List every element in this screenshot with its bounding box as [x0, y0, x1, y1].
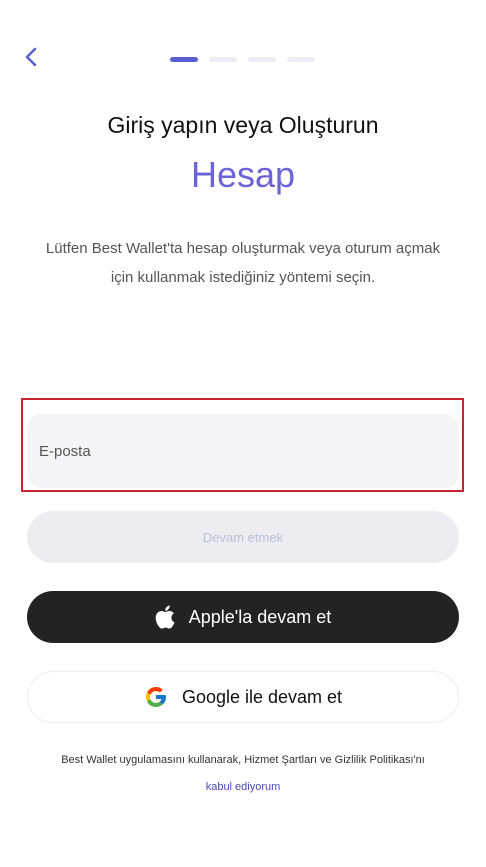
terms-accept-link[interactable]: kabul ediyorum	[20, 774, 466, 801]
back-button[interactable]	[18, 46, 44, 72]
email-field-highlight	[21, 398, 464, 492]
apple-signin-label: Apple'la devam et	[188, 606, 332, 627]
apple-signin-button[interactable]: Apple'la devam et	[27, 591, 459, 643]
chevron-left-icon	[24, 47, 38, 72]
terms-text: Best Wallet uygulamasını kullanarak, Hiz…	[61, 754, 425, 766]
progress-step-2	[209, 57, 237, 62]
page-title-accent: Hesap	[190, 154, 296, 195]
progress-indicator	[170, 57, 315, 62]
apple-icon	[155, 605, 175, 629]
terms-notice: Best Wallet uygulamasını kullanarak, Hiz…	[20, 747, 466, 801]
google-signin-button[interactable]: Google ile devam et	[27, 671, 459, 723]
progress-step-3	[248, 57, 276, 62]
progress-step-4	[287, 57, 315, 62]
page-title: Giriş yapın veya Oluşturun	[107, 112, 379, 138]
page-subtitle: Lütfen Best Wallet'ta hesap oluşturmak v…	[45, 240, 441, 286]
continue-button[interactable]: Devam etmek	[27, 511, 459, 563]
google-signin-label: Google ile devam et	[181, 686, 343, 707]
continue-button-label: Devam etmek	[202, 529, 284, 545]
google-icon	[144, 685, 168, 709]
progress-step-1	[170, 57, 198, 62]
login-screen: Giriş yapın veya Oluşturun Hesap Lütfen …	[0, 0, 486, 867]
